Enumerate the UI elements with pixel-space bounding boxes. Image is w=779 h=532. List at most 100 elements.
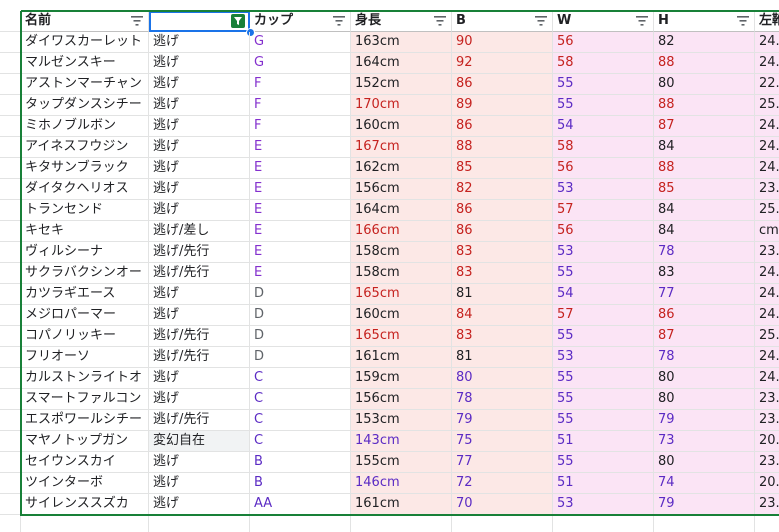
- table-cell[interactable]: 55: [553, 368, 654, 389]
- active-filter-icon[interactable]: [231, 14, 245, 28]
- table-cell[interactable]: 55: [553, 389, 654, 410]
- table-cell[interactable]: 51: [553, 473, 654, 494]
- table-cell[interactable]: 152cm: [351, 74, 452, 95]
- table-cell[interactable]: タップダンスシチー: [21, 95, 149, 116]
- table-cell[interactable]: 156cm: [351, 389, 452, 410]
- table-cell[interactable]: 58: [553, 137, 654, 158]
- table-cell[interactable]: cm: [755, 221, 779, 242]
- table-cell[interactable]: 24.: [755, 53, 779, 74]
- table-cell[interactable]: キセキ: [21, 221, 149, 242]
- table-cell[interactable]: 87: [654, 116, 755, 137]
- table-cell[interactable]: 20.: [755, 431, 779, 452]
- table-cell[interactable]: 81: [452, 284, 553, 305]
- table-cell[interactable]: 53: [553, 242, 654, 263]
- filter-icon[interactable]: [333, 16, 345, 26]
- table-cell[interactable]: [250, 515, 351, 532]
- table-cell[interactable]: 55: [553, 410, 654, 431]
- table-cell[interactable]: 逃げ: [149, 95, 250, 116]
- table-cell[interactable]: 80: [654, 389, 755, 410]
- filter-icon[interactable]: [535, 16, 547, 26]
- table-cell[interactable]: アイネスフウジン: [21, 137, 149, 158]
- table-cell[interactable]: 83: [452, 242, 553, 263]
- table-cell[interactable]: 78: [452, 389, 553, 410]
- table-cell[interactable]: 143cm: [351, 431, 452, 452]
- table-cell[interactable]: 78: [654, 347, 755, 368]
- table-cell[interactable]: 146cm: [351, 473, 452, 494]
- table-cell[interactable]: 逃げ: [149, 74, 250, 95]
- table-cell[interactable]: 80: [654, 368, 755, 389]
- table-cell[interactable]: E: [250, 242, 351, 263]
- table-cell[interactable]: 23.: [755, 179, 779, 200]
- table-cell[interactable]: 160cm: [351, 116, 452, 137]
- table-cell[interactable]: 161cm: [351, 494, 452, 515]
- table-cell[interactable]: 56: [553, 32, 654, 53]
- table-cell[interactable]: ヴィルシーナ: [21, 242, 149, 263]
- table-cell[interactable]: C: [250, 368, 351, 389]
- table-cell[interactable]: E: [250, 221, 351, 242]
- table-cell[interactable]: 158cm: [351, 263, 452, 284]
- table-cell[interactable]: 86: [452, 116, 553, 137]
- filter-icon[interactable]: [636, 16, 648, 26]
- filter-icon[interactable]: [434, 16, 446, 26]
- table-cell[interactable]: G: [250, 32, 351, 53]
- table-cell[interactable]: 56: [553, 221, 654, 242]
- table-cell[interactable]: 84: [654, 200, 755, 221]
- table-cell[interactable]: セイウンスカイ: [21, 452, 149, 473]
- table-cell[interactable]: カルストンライトオ: [21, 368, 149, 389]
- table-cell[interactable]: 72: [452, 473, 553, 494]
- header-cell[interactable]: 名前: [21, 11, 149, 32]
- table-cell[interactable]: 160cm: [351, 305, 452, 326]
- table-cell[interactable]: アストンマーチャン: [21, 74, 149, 95]
- table-cell[interactable]: 55: [553, 452, 654, 473]
- table-cell[interactable]: E: [250, 158, 351, 179]
- table-cell[interactable]: 77: [654, 284, 755, 305]
- table-cell[interactable]: D: [250, 326, 351, 347]
- table-cell[interactable]: 166cm: [351, 221, 452, 242]
- table-cell[interactable]: 73: [654, 431, 755, 452]
- table-cell[interactable]: AA: [250, 494, 351, 515]
- header-cell[interactable]: W: [553, 11, 654, 32]
- table-cell[interactable]: [452, 515, 553, 532]
- table-cell[interactable]: [21, 515, 149, 532]
- table-cell[interactable]: 83: [452, 263, 553, 284]
- table-cell[interactable]: 84: [452, 305, 553, 326]
- table-cell[interactable]: キタサンブラック: [21, 158, 149, 179]
- table-cell[interactable]: コパノリッキー: [21, 326, 149, 347]
- table-cell[interactable]: 24.: [755, 305, 779, 326]
- table-cell[interactable]: 54: [553, 116, 654, 137]
- table-cell[interactable]: F: [250, 95, 351, 116]
- table-cell[interactable]: 逃げ/先行: [149, 410, 250, 431]
- table-cell[interactable]: 80: [452, 368, 553, 389]
- table-cell[interactable]: 81: [452, 347, 553, 368]
- table-cell[interactable]: E: [250, 179, 351, 200]
- table-cell[interactable]: 25.: [755, 200, 779, 221]
- table-cell[interactable]: 83: [654, 263, 755, 284]
- table-cell[interactable]: 80: [654, 74, 755, 95]
- table-cell[interactable]: 逃げ: [149, 452, 250, 473]
- table-cell[interactable]: 55: [553, 95, 654, 116]
- table-cell[interactable]: 164cm: [351, 53, 452, 74]
- table-cell[interactable]: 86: [452, 221, 553, 242]
- table-cell[interactable]: 79: [654, 410, 755, 431]
- table-cell[interactable]: 24.: [755, 347, 779, 368]
- table-cell[interactable]: 83: [452, 326, 553, 347]
- filter-icon[interactable]: [131, 16, 143, 26]
- table-cell[interactable]: 161cm: [351, 347, 452, 368]
- table-cell[interactable]: エスポワールシチー: [21, 410, 149, 431]
- table-cell[interactable]: 55: [553, 326, 654, 347]
- table-cell[interactable]: 164cm: [351, 200, 452, 221]
- table-cell[interactable]: 25.: [755, 326, 779, 347]
- table-cell[interactable]: E: [250, 200, 351, 221]
- table-cell[interactable]: 165cm: [351, 326, 452, 347]
- table-cell[interactable]: 逃げ/先行: [149, 326, 250, 347]
- header-cell[interactable]: 左靴: [755, 11, 779, 32]
- table-cell[interactable]: [149, 515, 250, 532]
- table-cell[interactable]: 85: [452, 158, 553, 179]
- table-cell[interactable]: 86: [654, 305, 755, 326]
- table-cell[interactable]: メジロパーマー: [21, 305, 149, 326]
- table-cell[interactable]: 23.: [755, 410, 779, 431]
- table-cell[interactable]: 逃げ: [149, 284, 250, 305]
- table-cell[interactable]: 51: [553, 431, 654, 452]
- table-cell[interactable]: E: [250, 263, 351, 284]
- table-cell[interactable]: 56: [553, 158, 654, 179]
